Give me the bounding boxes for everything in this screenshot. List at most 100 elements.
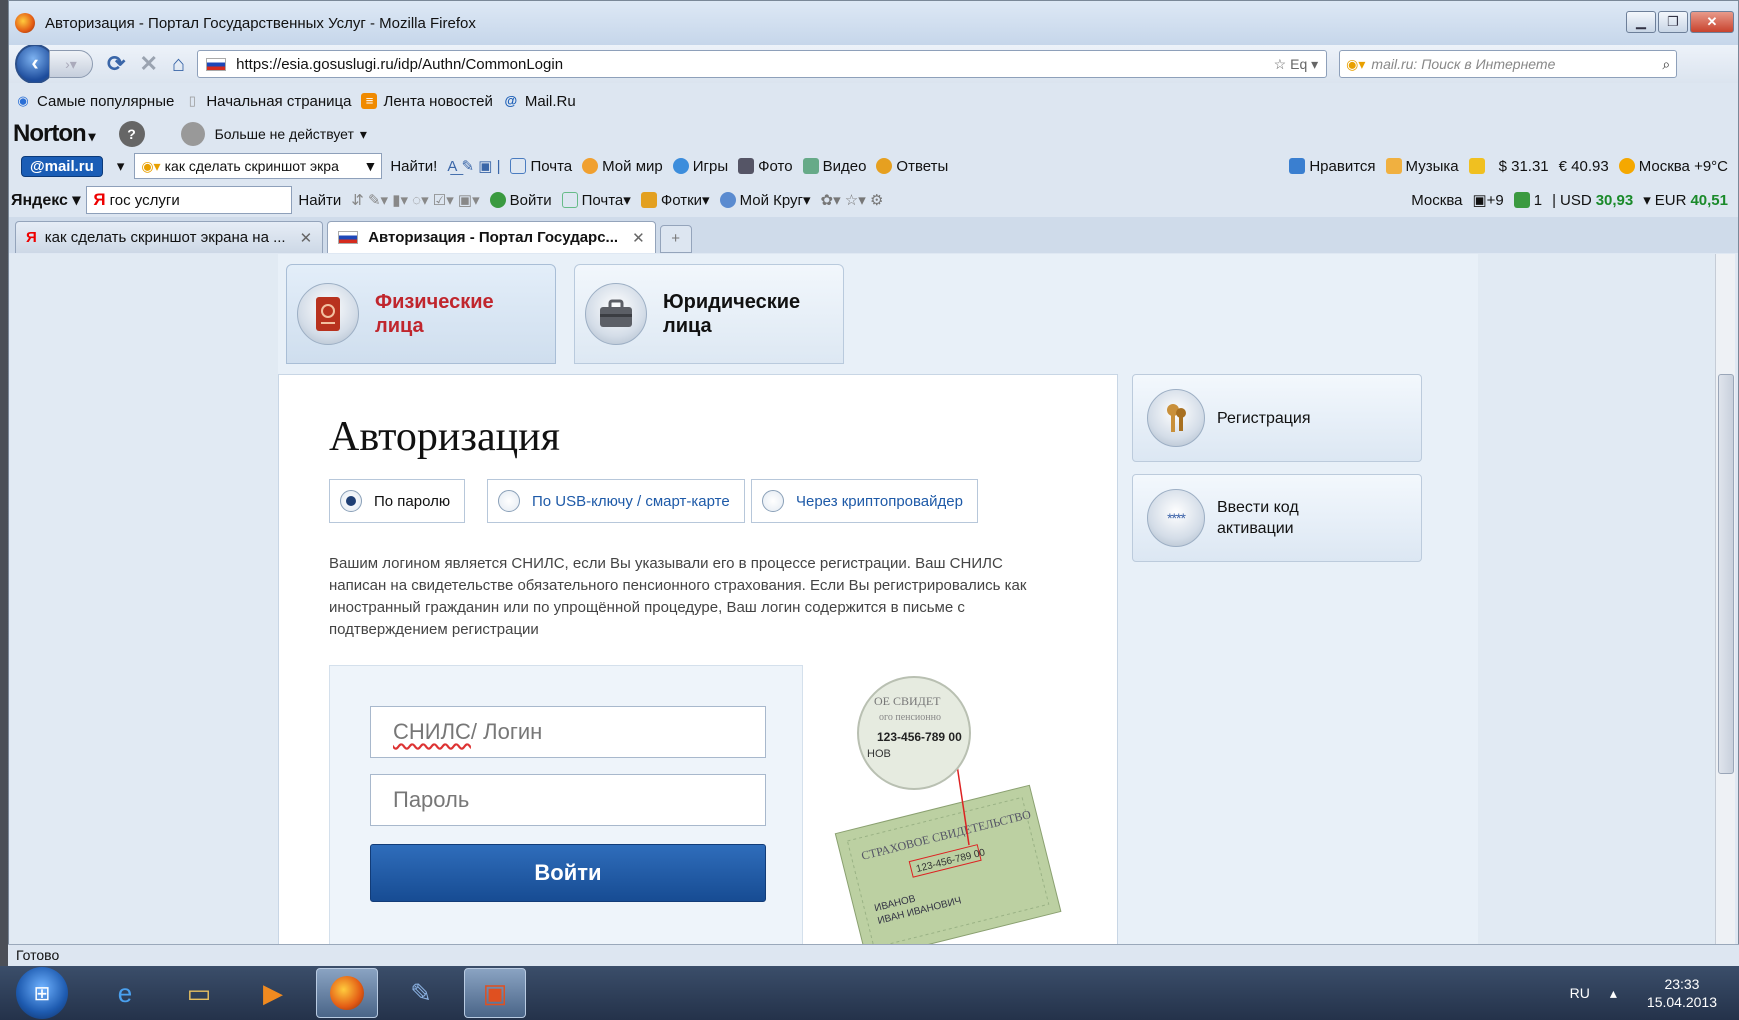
norton-toolbar: Norton ▾ ? Больше не действует ▾ xyxy=(9,119,1738,149)
login-placeholder-a: СНИЛС xyxy=(393,719,471,744)
mailru-search-icon: ◉▾ xyxy=(1346,55,1366,72)
flag-icon xyxy=(338,231,359,244)
clock-time: 23:33 xyxy=(1664,976,1700,992)
bookmark-star-icon[interactable]: ☆ Eq ▾ xyxy=(1274,56,1319,73)
chevron-down-icon[interactable]: ▾ xyxy=(117,157,125,175)
register-link[interactable]: Регистрация xyxy=(1132,374,1422,462)
login-button[interactable]: Войти xyxy=(370,844,766,902)
mailru-logo[interactable]: @mail.ru xyxy=(21,155,103,177)
yandex-photos[interactable]: Фотки ▾ xyxy=(640,191,710,209)
mailru-music[interactable]: Музыка xyxy=(1385,158,1459,175)
yandex-mail[interactable]: Почта ▾ xyxy=(561,191,631,209)
bookmark-start-page[interactable]: ▯ Начальная страница xyxy=(184,92,352,110)
new-tab-button[interactable]: + xyxy=(659,225,692,253)
activation-code-link[interactable]: **** Ввести код активации xyxy=(1132,474,1422,562)
yandex-login[interactable]: Войти xyxy=(489,192,552,209)
bookmark-mailru[interactable]: @ Mail.Ru xyxy=(503,93,576,110)
search-icon[interactable]: ⌕ xyxy=(1662,56,1670,73)
tab-label: как сделать скриншот экрана на ... xyxy=(44,229,286,246)
password-input[interactable]: Пароль xyxy=(370,774,766,826)
norton-status[interactable]: Больше не действует xyxy=(215,126,354,142)
mailru-like[interactable]: Нравится xyxy=(1289,158,1376,175)
mailru-toolbar: @mail.ru ▾ ◉▾ как сделать скриншот экра … xyxy=(9,149,1738,183)
powerpoint-icon[interactable]: ▣ xyxy=(464,968,526,1018)
temp-value: +9 xyxy=(1486,191,1504,209)
method-crypto-radio[interactable]: Через криптопровайдер xyxy=(751,479,978,523)
tab-legal-entities[interactable]: Юридические лица xyxy=(574,264,844,364)
mailru-find-button[interactable]: Найти! xyxy=(390,158,437,175)
mailru-games[interactable]: Игры xyxy=(672,158,728,175)
tab-individuals[interactable]: Физические лица xyxy=(286,264,556,364)
yandex-tools-icon[interactable]: ⇵ ✎▾ ▮▾ ◌▾ ☑▾ ▣▾ xyxy=(351,191,479,209)
sun-icon xyxy=(1618,158,1635,174)
font-size-icon[interactable]: A͟ ✎ ▣ | xyxy=(447,157,500,175)
explorer-folder-icon[interactable]: ▭ xyxy=(168,968,230,1018)
search-placeholder: mail.ru: Поиск в Интернете xyxy=(1371,56,1556,72)
bookmark-news-feed[interactable]: ≡ Лента новостей xyxy=(361,93,493,110)
bookmark-label: Mail.Ru xyxy=(524,92,576,110)
yandex-logo[interactable]: Яндекс ▾ xyxy=(11,190,80,210)
reload-icon[interactable]: ⟳ xyxy=(107,51,125,77)
mailru-answers[interactable]: Ответы xyxy=(876,158,948,175)
envelope-icon xyxy=(561,192,578,208)
tool-icon[interactable]: ✎ xyxy=(390,968,452,1018)
tray-expand-icon[interactable]: ▴ xyxy=(1610,985,1617,1002)
vertical-scrollbar[interactable] xyxy=(1715,254,1735,944)
passport-icon xyxy=(297,283,359,345)
password-placeholder: Пароль xyxy=(393,787,470,812)
widget-icon xyxy=(1468,158,1485,174)
close-tab-icon[interactable]: ✕ xyxy=(300,229,313,247)
settings-icon[interactable]: ✿▾ ☆▾ ⚙ xyxy=(821,191,884,209)
clock[interactable]: 23:33 15.04.2013 xyxy=(1647,975,1717,1011)
url-bar[interactable]: https://esia.gosuslugi.ru/idp/Authn/Comm… xyxy=(197,50,1328,78)
eur-value: 40,51 xyxy=(1690,191,1728,209)
dropdown-icon[interactable]: ▼ xyxy=(363,158,377,174)
login-input[interactable]: СНИЛС / Логин xyxy=(370,706,766,758)
scrollbar-thumb[interactable] xyxy=(1718,374,1734,774)
norton-logo[interactable]: Norton ▾ xyxy=(13,120,96,148)
flag-icon xyxy=(206,57,227,71)
bookmark-label: Начальная страница xyxy=(206,92,352,110)
yandex-mycircle[interactable]: Мой Круг ▾ xyxy=(719,191,811,209)
bookmark-popular[interactable]: ◉ Самые популярные xyxy=(15,93,174,110)
firefox-taskbar-icon[interactable] xyxy=(316,968,378,1018)
mailru-video[interactable]: Видео xyxy=(802,157,867,175)
yandex-find-button[interactable]: Найти xyxy=(298,192,341,209)
mailru-item-label: Видео xyxy=(822,157,867,175)
snils-magnified-number: 123-456-789 00 xyxy=(877,730,962,744)
mailru-search-input[interactable]: ◉▾ как сделать скриншот экра ▼ xyxy=(134,153,383,179)
tab-authorization[interactable]: Авторизация - Портал Государс... ✕ xyxy=(327,221,656,253)
home-icon[interactable]: ⌂ xyxy=(172,51,185,77)
yandex-mail-count[interactable]: 1 xyxy=(1513,192,1542,209)
maximize-button[interactable]: ❐ xyxy=(1658,11,1688,33)
mailru-item-label: Ответы xyxy=(896,157,949,175)
close-button[interactable]: ✕ xyxy=(1690,11,1734,33)
ie-icon[interactable]: e xyxy=(94,968,156,1018)
yandex-icon: Я xyxy=(93,190,106,209)
forward-button[interactable]: ›▾ xyxy=(49,50,93,78)
snils-card-illustration: СТРАХОВОЕ СВИДЕТЕЛЬСТВО 123-456-789 00 И… xyxy=(819,675,1079,944)
mailru-widget[interactable] xyxy=(1468,158,1489,174)
close-tab-icon[interactable]: ✕ xyxy=(632,229,645,247)
games-icon xyxy=(672,158,689,174)
windows-start-button[interactable]: ⊞ xyxy=(16,967,68,1019)
yandex-search-input[interactable]: Я гос услуги xyxy=(86,186,293,214)
method-password-radio[interactable]: По паролю xyxy=(329,479,466,523)
chevron-down-icon[interactable]: ▾ xyxy=(360,126,367,143)
tab-screenshot-search[interactable]: Я как сделать скриншот экрана на ... ✕ xyxy=(15,221,324,253)
mailru-weather[interactable]: Москва +9°C xyxy=(1618,157,1728,175)
eur-label: EUR xyxy=(1654,191,1687,209)
help-icon[interactable]: ? xyxy=(118,121,145,147)
language-indicator[interactable]: RU xyxy=(1570,985,1590,1001)
weather-label: Москва +9°C xyxy=(1638,157,1728,175)
mailru-myworld[interactable]: Мой мир xyxy=(582,158,663,175)
usd-rate: $ 31.31 xyxy=(1498,157,1549,175)
search-box[interactable]: ◉▾ mail.ru: Поиск в Интернете ⌕ xyxy=(1339,50,1678,78)
stop-icon[interactable]: ✕ xyxy=(139,51,157,77)
mailru-mail[interactable]: Почта xyxy=(510,158,572,175)
method-usb-radio[interactable]: По USB-ключу / смарт-карте xyxy=(487,479,745,523)
media-player-icon[interactable]: ▶ xyxy=(242,968,304,1018)
tab-individuals-label: Физические лица xyxy=(375,291,494,337)
minimize-button[interactable]: ▁ xyxy=(1626,11,1656,33)
mailru-photo[interactable]: Фото xyxy=(738,158,793,175)
